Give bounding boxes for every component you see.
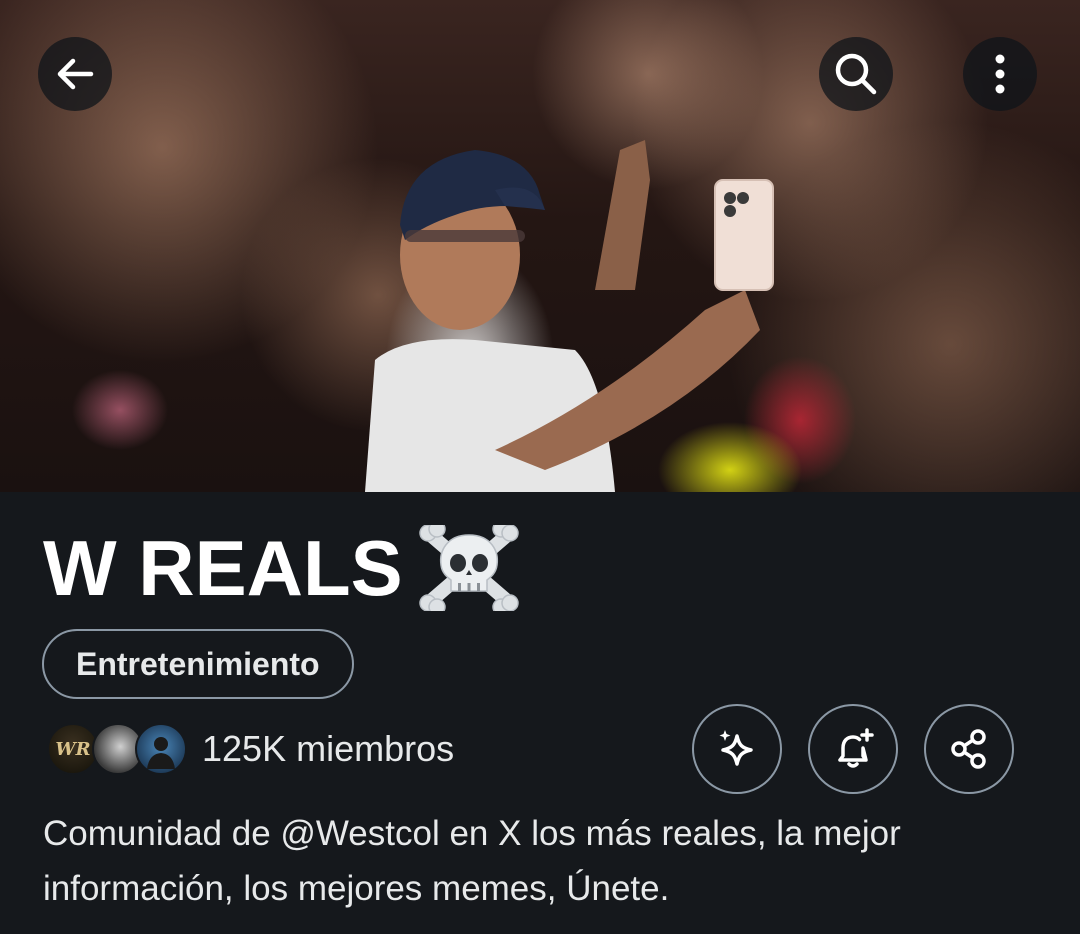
sparkle-icon [719,730,753,766]
skull-and-crossbones-icon [418,525,519,611]
members-row[interactable]: WR 125K miembros [47,720,454,778]
more-options-button[interactable] [963,37,1037,111]
avatar-badge-text: WR [55,738,91,760]
share-icon [951,729,986,769]
arrow-left-icon [57,58,94,90]
community-description: Comunidad de @Westcol en X los más reale… [43,814,901,908]
notifications-button[interactable] [808,704,898,794]
members-count: 125K miembros [202,728,455,769]
share-button[interactable] [924,704,1014,794]
member-avatars: WR [47,721,187,777]
member-avatar [135,723,187,775]
banner-photo [365,140,774,492]
person-silhouette-icon [147,737,175,769]
grok-summary-button[interactable] [692,704,782,794]
back-button[interactable] [38,37,112,111]
bell-plus-icon [838,728,874,768]
more-vertical-icon [995,54,1005,94]
community-name: W REALS [43,524,403,612]
community-title-row: W REALS [43,518,519,618]
category-tag[interactable]: Entretenimiento [42,629,354,699]
search-icon [835,53,877,95]
community-banner [0,0,1080,492]
search-button[interactable] [819,37,893,111]
